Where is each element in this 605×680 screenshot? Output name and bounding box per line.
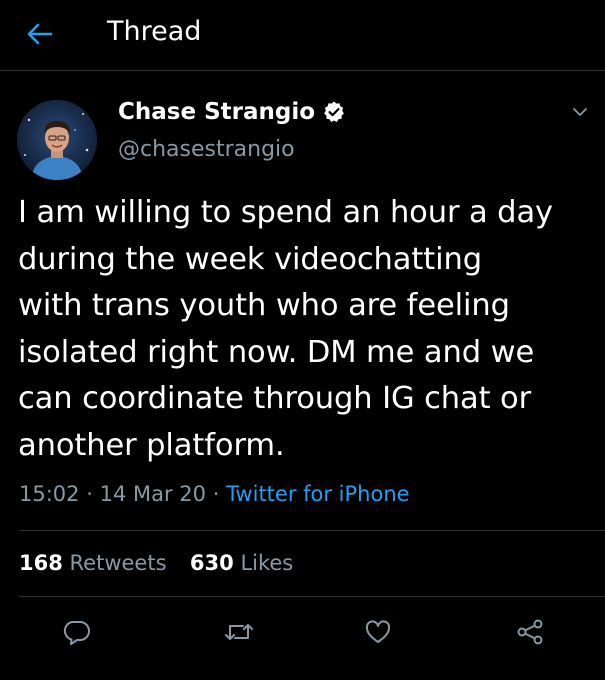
retweet-icon <box>225 624 253 640</box>
reply-button[interactable] <box>56 612 96 652</box>
retweets-stat[interactable]: 168 Retweets <box>19 551 173 575</box>
divider <box>19 596 605 597</box>
tweet-meta: 15:02 · 14 Mar 20 · Twitter for iPhone <box>19 479 410 509</box>
tweet-stats: 168 Retweets 630 Likes <box>19 548 293 578</box>
profile-photo <box>17 100 97 180</box>
tweet-text: I am willing to spend an hour a day duri… <box>18 195 553 463</box>
back-button[interactable] <box>20 14 60 54</box>
chevron-down-icon <box>573 108 587 116</box>
share-icon <box>517 619 543 645</box>
reply-icon <box>63 621 90 645</box>
meta-separator: · <box>86 482 93 506</box>
like-button[interactable] <box>358 612 398 652</box>
author-name-row[interactable]: Chase Strangio <box>118 96 346 128</box>
display-name: Chase Strangio <box>118 99 316 125</box>
meta-separator: · <box>212 482 220 506</box>
tweet-time: 15:02 <box>19 482 80 506</box>
retweets-label: Retweets <box>69 551 167 575</box>
tweet-date: 14 Mar 20 <box>99 482 207 506</box>
likes-label: Likes <box>240 551 294 575</box>
divider <box>19 530 605 531</box>
share-button[interactable] <box>510 612 550 652</box>
likes-count: 630 <box>189 551 234 575</box>
heart-icon <box>365 620 391 643</box>
retweets-count: 168 <box>19 551 63 575</box>
top-bar: Thread <box>0 0 605 71</box>
tweet-source-link[interactable]: Twitter for iPhone <box>226 482 410 506</box>
more-options-button[interactable] <box>566 98 594 126</box>
retweet-button[interactable] <box>219 612 259 652</box>
author-handle[interactable]: @chasestrangio <box>118 137 295 162</box>
page-title: Thread <box>107 16 202 47</box>
arrow-left-icon <box>27 23 53 45</box>
likes-stat[interactable]: 630 Likes <box>190 551 293 575</box>
avatar[interactable] <box>17 100 97 180</box>
verified-badge-icon <box>324 101 344 122</box>
